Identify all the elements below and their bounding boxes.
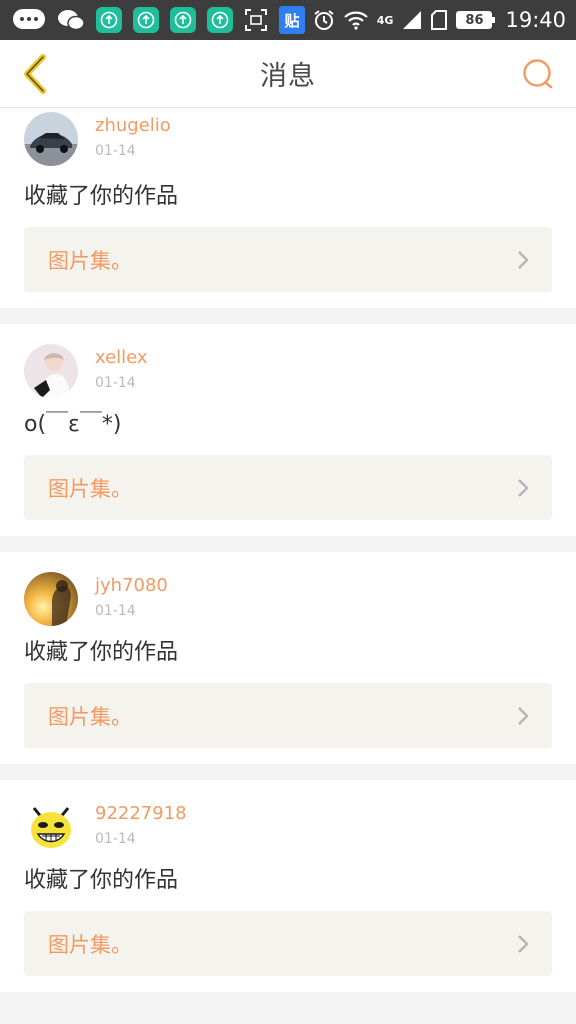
sunset-avatar (24, 572, 78, 626)
username[interactable]: zhugelio (95, 114, 171, 138)
collection-title: 图片集。 (48, 248, 132, 273)
yellow-face-avatar (24, 800, 78, 854)
avatar[interactable] (24, 112, 78, 166)
battery-icon: 86 (456, 11, 496, 29)
avatar[interactable] (24, 800, 78, 854)
girl-avatar (24, 344, 78, 398)
clock-time: 19:40 (505, 8, 566, 32)
username[interactable]: jyh7080 (95, 574, 168, 598)
upload-app-icon (133, 7, 159, 33)
message-text: 收藏了你的作品 (24, 868, 179, 893)
paste-app-icon: 贴 (279, 6, 305, 34)
upload-app-icon (96, 7, 122, 33)
search-button[interactable] (518, 54, 558, 94)
network-type-label: 4G (376, 13, 394, 27)
message-text: 收藏了你的作品 (24, 640, 179, 665)
notification-feed: zhugelio 01-14 收藏了你的作品 图片集。 xellex 01-14… (0, 108, 576, 1024)
car-avatar (24, 112, 78, 166)
timestamp: 01-14 (95, 143, 136, 159)
notification-card: 92227918 01-14 收藏了你的作品 图片集。 (0, 780, 576, 992)
card-header: 92227918 01-14 (24, 780, 552, 854)
username[interactable]: 92227918 (95, 802, 187, 826)
chevron-left-icon (24, 54, 46, 94)
alarm-icon (313, 9, 335, 31)
wechat-icon (57, 8, 85, 32)
timestamp: 01-14 (95, 375, 136, 391)
signal-icon (402, 10, 422, 30)
chevron-right-icon (518, 706, 529, 725)
message-bubble-icon (12, 8, 46, 32)
timestamp: 01-14 (95, 603, 136, 619)
wifi-icon (344, 10, 368, 30)
chevron-right-icon (518, 478, 529, 497)
card-header: xellex 01-14 (24, 324, 552, 398)
avatar[interactable] (24, 572, 78, 626)
message-text: o(￣ε￣*) (24, 412, 122, 437)
collection-title: 图片集。 (48, 704, 132, 729)
username[interactable]: xellex (95, 346, 148, 370)
collection-link[interactable]: 图片集。 (24, 455, 552, 520)
chevron-right-icon (518, 934, 529, 953)
card-header: jyh7080 01-14 (24, 552, 552, 626)
upload-app-icon (207, 7, 233, 33)
notification-card: xellex 01-14 o(￣ε￣*) 图片集。 (0, 324, 576, 536)
collection-title: 图片集。 (48, 932, 132, 957)
collection-link[interactable]: 图片集。 (24, 227, 552, 292)
avatar[interactable] (24, 344, 78, 398)
back-button[interactable] (14, 52, 58, 96)
timestamp: 01-14 (95, 831, 136, 847)
notification-card: zhugelio 01-14 收藏了你的作品 图片集。 (0, 108, 576, 308)
collection-link[interactable]: 图片集。 (24, 683, 552, 748)
upload-app-icon (170, 7, 196, 33)
screenshot-icon (244, 8, 268, 32)
chevron-right-icon (518, 250, 529, 269)
card-header: zhugelio 01-14 (24, 108, 552, 168)
collection-link[interactable]: 图片集。 (24, 911, 552, 976)
search-icon (523, 59, 553, 89)
app-header: 消息 (0, 40, 576, 108)
message-text: 收藏了你的作品 (24, 184, 179, 209)
page-title: 消息 (260, 61, 316, 92)
sim-card-icon (431, 10, 448, 30)
status-bar: 贴 4G 86 19:40 (0, 0, 576, 40)
notification-card: jyh7080 01-14 收藏了你的作品 图片集。 (0, 552, 576, 764)
collection-title: 图片集。 (48, 476, 132, 501)
